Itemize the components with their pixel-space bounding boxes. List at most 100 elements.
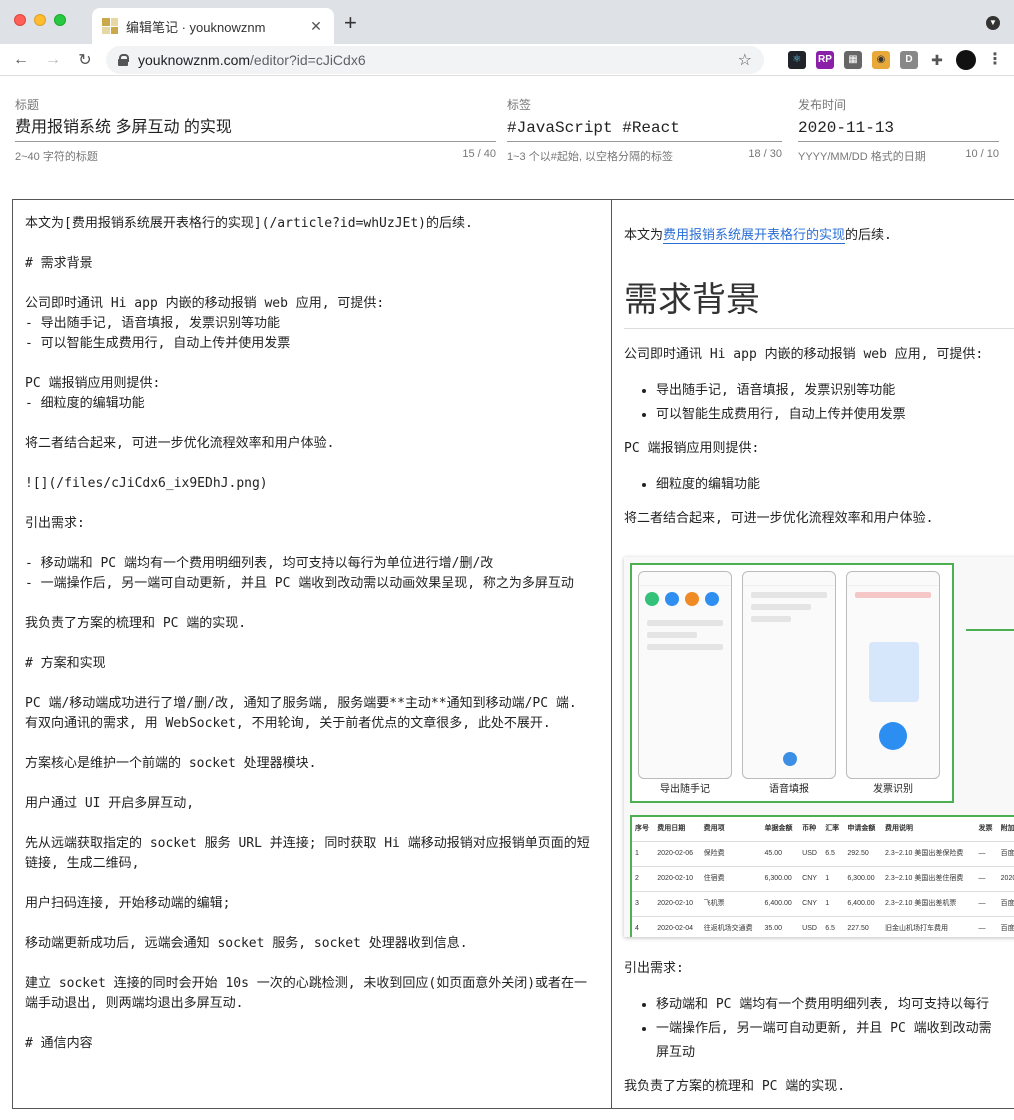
table-cell: 6,400.00 <box>761 891 800 917</box>
preview-intro-link[interactable]: 费用报销系统展开表格行的实现 <box>663 228 846 244</box>
date-input[interactable]: 2020-11-13 <box>798 116 999 142</box>
table-cell: CNY <box>799 866 823 892</box>
preview-paragraph: 引出需求: <box>624 961 684 976</box>
tab-search-icon[interactable]: ▼ <box>986 16 1000 30</box>
table-header-cell: 发票 <box>975 816 998 842</box>
list-item: 一端操作后, 另一端可自动更新, 并且 PC 端收到改动需屏互动 <box>656 1017 1014 1065</box>
source-line: - 细粒度的编辑功能 <box>25 396 145 411</box>
source-line: - 一端操作后, 另一端可自动更新, 并且 PC 端收到改动需以动画效果呈现, … <box>25 576 574 591</box>
source-line: 用户扫码连接, 开始移动端的编辑; <box>25 896 231 911</box>
table-row: 2 2020-02-10 住宿费 6,300.00 CNY 1 6,300.00 2.3~2.… <box>631 866 1014 892</box>
source-line: 先从远端获取指定的 socket 服务 URL 并连接; 同时获取 Hi 端移动… <box>25 836 590 871</box>
phone-caption: 语音填报 <box>769 784 809 795</box>
close-window-button[interactable] <box>14 14 26 26</box>
d-extension-icon[interactable]: D <box>900 50 918 69</box>
source-line <box>25 674 599 694</box>
source-line: 公司即时通讯 Hi app 内嵌的移动报销 web 应用, 可提供: <box>25 296 385 311</box>
list-item-text: 一端操作后, 另一端可自动更新, 并且 PC 端收到改动需 <box>656 1021 992 1036</box>
source-line: 引出需求: <box>25 516 85 531</box>
image-extension-icon[interactable]: ▦ <box>844 50 862 69</box>
url-path: /editor?id=cJiCdx6 <box>250 51 366 68</box>
browser-menu-icon[interactable]: ⋮ <box>986 51 1004 69</box>
rp-extension-icon[interactable]: RP <box>816 50 834 69</box>
source-line: # 需求背景 <box>25 256 93 271</box>
source-line <box>25 874 599 894</box>
table-cell: 4 <box>631 916 655 937</box>
tags-label: 标签 <box>507 98 532 112</box>
table-row: 4 2020-02-04 往返机场交通费 35.00 USD 6.5 227.50 旧金山机场… <box>631 916 1014 937</box>
extensions-puzzle-icon[interactable]: ✚ <box>928 51 946 69</box>
title-input[interactable]: 费用报销系统 多屏互动 的实现 <box>15 116 496 142</box>
table-cell: 2.3~2.10 美国出差机票 <box>882 891 976 917</box>
source-line: PC 端报销应用则提供: <box>25 376 161 391</box>
table-cell: 2.3~2.10 美国出差保险费 <box>882 841 976 867</box>
phone-mockup <box>846 571 940 779</box>
table-header-cell: 汇率 <box>822 816 845 842</box>
table-row: 3 2020-02-10 飞机票 6,400.00 CNY 1 6,400.00 2.3~2.… <box>631 891 1014 917</box>
new-tab-button[interactable]: + <box>344 12 357 34</box>
browser-tab-bar: 编辑笔记 · youknowznm ✕ + ▼ <box>0 0 1014 44</box>
source-line <box>25 274 599 294</box>
list-item: 导出随手记, 语音填报, 发票识别等功能 <box>656 379 1014 403</box>
table-cell: 旧金山机场打车费用 <box>882 916 976 937</box>
source-line <box>25 774 599 794</box>
browser-tab-active[interactable]: 编辑笔记 · youknowznm ✕ <box>92 8 334 44</box>
react-devtools-extension-icon[interactable]: ⚛ <box>788 50 806 69</box>
table-cell: 1 <box>631 841 655 867</box>
preview-heading: 需求背景 <box>624 278 1014 329</box>
preview-list-pc: 细粒度的编辑功能 <box>624 473 1014 497</box>
back-button[interactable]: ← <box>10 51 32 69</box>
source-line: 本文为[费用报销系统展开表格行的实现](/article?id=whUzJEt)… <box>25 216 473 231</box>
table-header-cell: 费用日期 <box>654 816 701 842</box>
preview-intro-suffix: 的后续. <box>845 228 892 243</box>
source-line <box>25 414 599 434</box>
source-line: # 通信内容 <box>25 1036 93 1051</box>
browser-toolbar: ← → ↻ youknowznm.com/editor?id=cJiCdx6 ☆… <box>0 44 1014 76</box>
table-header-cell: 附加信息 <box>997 816 1014 842</box>
table-cell: 2020-02-10 <box>654 866 701 892</box>
source-line <box>25 914 599 934</box>
address-bar[interactable]: youknowznm.com/editor?id=cJiCdx6 ☆ <box>106 45 764 74</box>
table-header-cell: 费用项 <box>700 816 762 842</box>
minimize-window-button[interactable] <box>34 14 46 26</box>
table-header-cell: 申请金额 <box>844 816 882 842</box>
maximize-window-button[interactable] <box>54 14 66 26</box>
tags-input[interactable]: #JavaScript #React <box>507 116 782 142</box>
table-cell: 往返机场交通费 <box>700 916 762 937</box>
table-cell: — <box>975 916 998 937</box>
table-cell: 2020-02-10 <box>654 891 701 917</box>
markdown-preview: 本文为费用报销系统展开表格行的实现的后续. 需求背景 公司即时通讯 Hi app… <box>612 200 1014 1108</box>
reload-button[interactable]: ↻ <box>74 50 96 70</box>
lock-icon <box>118 53 129 66</box>
date-field: 发布时间 2020-11-13 YYYY/MM/DD 格式的日期 10 / 10 <box>798 96 999 164</box>
site-favicon-icon <box>102 18 118 34</box>
preview-paragraph: 将二者结合起来, 可进一步优化流程效率和用户体验. <box>624 511 934 526</box>
source-line: 有双向通讯的需求, 用 WebSocket, 不用轮询, 关于前者优点的文章很多… <box>25 716 551 731</box>
source-line: - 导出随手记, 语音填报, 发票识别等功能 <box>25 316 280 331</box>
date-char-count: 10 / 10 <box>965 148 999 160</box>
title-char-count: 15 / 40 <box>462 148 496 160</box>
table-header-row: 序号费用日期费用项单据金额币种汇率申请金额费用说明发票附加信息 <box>631 816 1014 842</box>
table-cell: 1 <box>822 891 845 917</box>
table-cell: 2020-02-03 <box>997 866 1014 892</box>
tab-close-icon[interactable]: ✕ <box>308 18 324 35</box>
table-cell: 2 <box>631 866 655 892</box>
source-line: - 移动端和 PC 端均有一个费用明细列表, 均可支持以每行为单位进行增/删/改 <box>25 556 494 571</box>
table-cell: 百度金融 (小 <box>997 916 1014 937</box>
table-cell: — <box>975 891 998 917</box>
list-item: 移动端和 PC 端均有一个费用明细列表, 均可支持以每行 <box>656 993 1014 1017</box>
table-row: 1 2020-02-06 保险费 45.00 USD 6.5 292.50 2.3~2.10 … <box>631 841 1014 867</box>
tags-field: 标签 #JavaScript #React 1~3 个以#起始, 以空格分隔的标… <box>507 96 782 164</box>
bookmark-star-icon[interactable]: ☆ <box>738 50 752 70</box>
tags-char-count: 18 / 30 <box>748 148 782 160</box>
note-meta-form: 标题 费用报销系统 多屏互动 的实现 2~40 字符的标题 15 / 40 标签… <box>0 96 1014 176</box>
url-host: youknowznm.com <box>138 51 251 68</box>
owl-extension-icon[interactable]: ◉ <box>872 50 890 69</box>
title-help-text: 2~40 字符的标题 <box>15 151 98 163</box>
table-cell: 飞机票 <box>700 891 762 917</box>
profile-avatar[interactable] <box>956 49 976 70</box>
table-cell: — <box>975 841 998 867</box>
forward-button[interactable]: → <box>42 51 64 69</box>
markdown-source-textarea[interactable]: 本文为[费用报销系统展开表格行的实现](/article?id=whUzJEt)… <box>13 200 612 1108</box>
table-cell: 百度金融 (小 <box>997 891 1014 917</box>
